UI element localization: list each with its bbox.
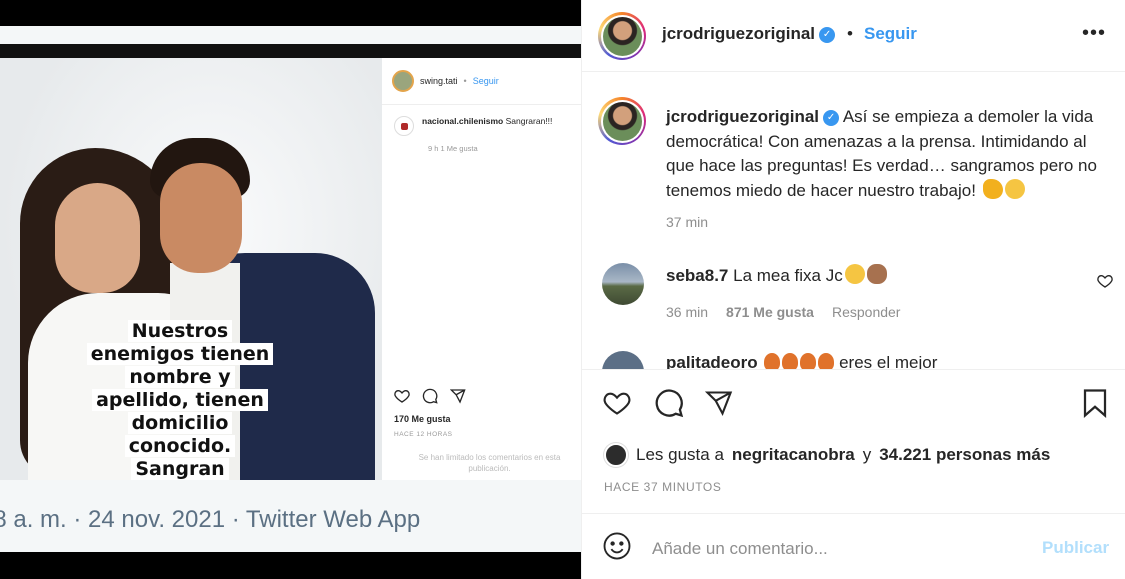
photo: Nuestros enemigos tienen nombre y apelli… <box>0 44 382 480</box>
smile-icon[interactable] <box>602 531 632 561</box>
author-username[interactable]: jcrodriguezoriginal ✓ <box>662 24 836 44</box>
comments-list[interactable]: jcrodriguezoriginal ✓ Así se empieza a de… <box>582 73 1125 369</box>
add-comment-bar: Publicar <box>582 515 1125 579</box>
screenshot-image: Nuestros enemigos tienen nombre y apelli… <box>0 26 581 552</box>
embedded-comment: nacional.chilenismo Sangraran!!! <box>394 116 552 136</box>
post-time[interactable]: HACE 37 MINUTOS <box>604 480 721 494</box>
caption-time: 37 min <box>666 214 709 230</box>
fire-emoji-icon <box>818 353 835 369</box>
comment-avatar[interactable] <box>602 351 644 369</box>
crest-icon <box>394 116 414 136</box>
heart-icon <box>394 389 410 403</box>
comment-input[interactable] <box>652 535 1022 563</box>
verified-icon: ✓ <box>819 26 836 43</box>
reply-button[interactable]: Responder <box>832 304 901 320</box>
post-sidebar: jcrodriguezoriginal ✓ • Seguir ••• jcrodr… <box>581 0 1125 579</box>
liker-avatar[interactable] <box>604 443 628 467</box>
author-avatar[interactable] <box>598 12 646 60</box>
comment-button[interactable] <box>652 386 686 420</box>
muscle-emoji-icon <box>982 178 1003 199</box>
fire-emoji-icon <box>782 353 799 369</box>
heart-icon <box>603 392 631 415</box>
tongue-emoji-icon <box>1004 178 1025 199</box>
share-button[interactable] <box>702 386 736 420</box>
caption: jcrodriguezoriginal ✓ Así se empieza a de… <box>666 105 1111 203</box>
comment-likes[interactable]: 871 Me gusta <box>726 304 814 320</box>
fire-emoji-icon <box>764 353 781 369</box>
verified-icon: ✓ <box>823 109 840 126</box>
like-button[interactable] <box>600 386 634 420</box>
save-button[interactable] <box>1078 386 1112 420</box>
likes-summary: Les gusta a negritacanobra y 34.221 pers… <box>604 443 1050 467</box>
embedded-post-panel: swing.tati • Seguir nacional.chilenismo … <box>382 44 581 480</box>
post-media[interactable]: Nuestros enemigos tienen nombre y apelli… <box>0 0 581 579</box>
likes-others-link[interactable]: 34.221 personas más <box>879 445 1050 465</box>
comment-text: palitadeoro eres el mejor <box>666 353 937 369</box>
bookmark-icon <box>1083 389 1107 418</box>
embedded-follow: Seguir <box>472 76 499 86</box>
overlay-text: Nuestros enemigos tienen nombre y apelli… <box>80 320 280 480</box>
fist-emoji-icon <box>866 264 887 284</box>
post-header: jcrodriguezoriginal ✓ • Seguir ••• <box>582 0 1125 72</box>
comment-icon <box>655 389 684 418</box>
comment-text: seba8.7 La mea fixa Jc <box>666 264 887 286</box>
publish-button[interactable]: Publicar <box>1042 538 1109 558</box>
post-actions: Les gusta a negritacanobra y 34.221 pers… <box>582 369 1125 514</box>
comment-meta: 36 min 871 Me gusta Responder <box>666 304 901 320</box>
fire-emoji-icon <box>800 353 817 369</box>
caption-username[interactable]: jcrodriguezoriginal <box>666 107 819 126</box>
caption-avatar[interactable] <box>598 97 646 145</box>
comment-avatar[interactable] <box>602 263 644 305</box>
more-icon[interactable]: ••• <box>1082 22 1106 45</box>
share-icon <box>705 391 733 417</box>
comment-username[interactable]: seba8.7 <box>666 266 728 285</box>
comment-icon <box>422 388 438 404</box>
liker-username[interactable]: negritacanobra <box>732 445 855 465</box>
comment-username[interactable]: palitadeoro <box>666 353 758 369</box>
comment-like-heart-icon[interactable] <box>1097 273 1113 289</box>
embedded-avatar <box>392 70 414 92</box>
tweet-meta: 58 a. m. · 24 nov. 2021 · Twitter Web Ap… <box>0 506 421 533</box>
follow-button[interactable]: Seguir <box>864 24 917 44</box>
embedded-username: swing.tati <box>420 76 458 86</box>
sunglasses-emoji-icon <box>844 264 865 284</box>
share-icon <box>450 389 466 404</box>
